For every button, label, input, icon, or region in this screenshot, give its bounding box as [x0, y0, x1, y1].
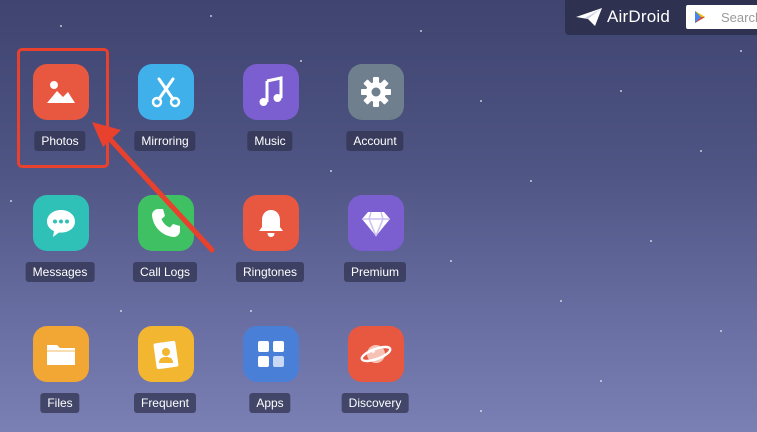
app-apps[interactable]: Apps	[220, 326, 320, 426]
app-music[interactable]: Music	[220, 64, 320, 164]
play-store-icon	[695, 11, 705, 23]
app-label: Mirroring	[134, 131, 196, 151]
scissors-icon	[138, 64, 194, 120]
search-box[interactable]	[686, 5, 757, 29]
app-label: Frequent	[133, 393, 197, 413]
app-ringtones[interactable]: Ringtones	[220, 195, 320, 295]
app-discovery[interactable]: Discovery	[325, 326, 425, 426]
top-bar: AirDroid	[565, 0, 757, 35]
bell-icon	[243, 195, 299, 251]
folder-icon	[33, 326, 89, 382]
app-label: Music	[247, 131, 293, 151]
airdroid-logo[interactable]: AirDroid	[575, 7, 670, 27]
app-premium[interactable]: Premium	[325, 195, 425, 295]
app-mirroring[interactable]: Mirroring	[115, 64, 215, 164]
music-note-icon	[243, 64, 299, 120]
app-label: Call Logs	[132, 262, 198, 282]
planet-icon	[348, 326, 404, 382]
apps-grid-icon	[243, 326, 299, 382]
app-label: Discovery	[341, 393, 409, 413]
app-messages[interactable]: Messages	[10, 195, 110, 295]
phone-icon	[138, 195, 194, 251]
chat-bubble-icon	[33, 195, 89, 251]
app-label: Account	[346, 131, 404, 151]
app-label: Ringtones	[235, 262, 305, 282]
search-input[interactable]	[721, 9, 757, 25]
diamond-icon	[348, 195, 404, 251]
app-label: Messages	[25, 262, 95, 282]
app-call-logs[interactable]: Call Logs	[115, 195, 215, 295]
app-files[interactable]: Files	[10, 326, 110, 426]
paper-plane-icon	[576, 8, 602, 26]
app-account[interactable]: Account	[325, 64, 425, 164]
app-label: Premium	[343, 262, 407, 282]
app-label: Apps	[249, 393, 291, 413]
brand-name: AirDroid	[607, 7, 671, 26]
photos-highlight-box	[17, 48, 109, 168]
contact-card-icon	[138, 326, 194, 382]
gear-icon	[348, 64, 404, 120]
app-frequent[interactable]: Frequent	[115, 326, 215, 426]
app-label: Files	[40, 393, 80, 413]
